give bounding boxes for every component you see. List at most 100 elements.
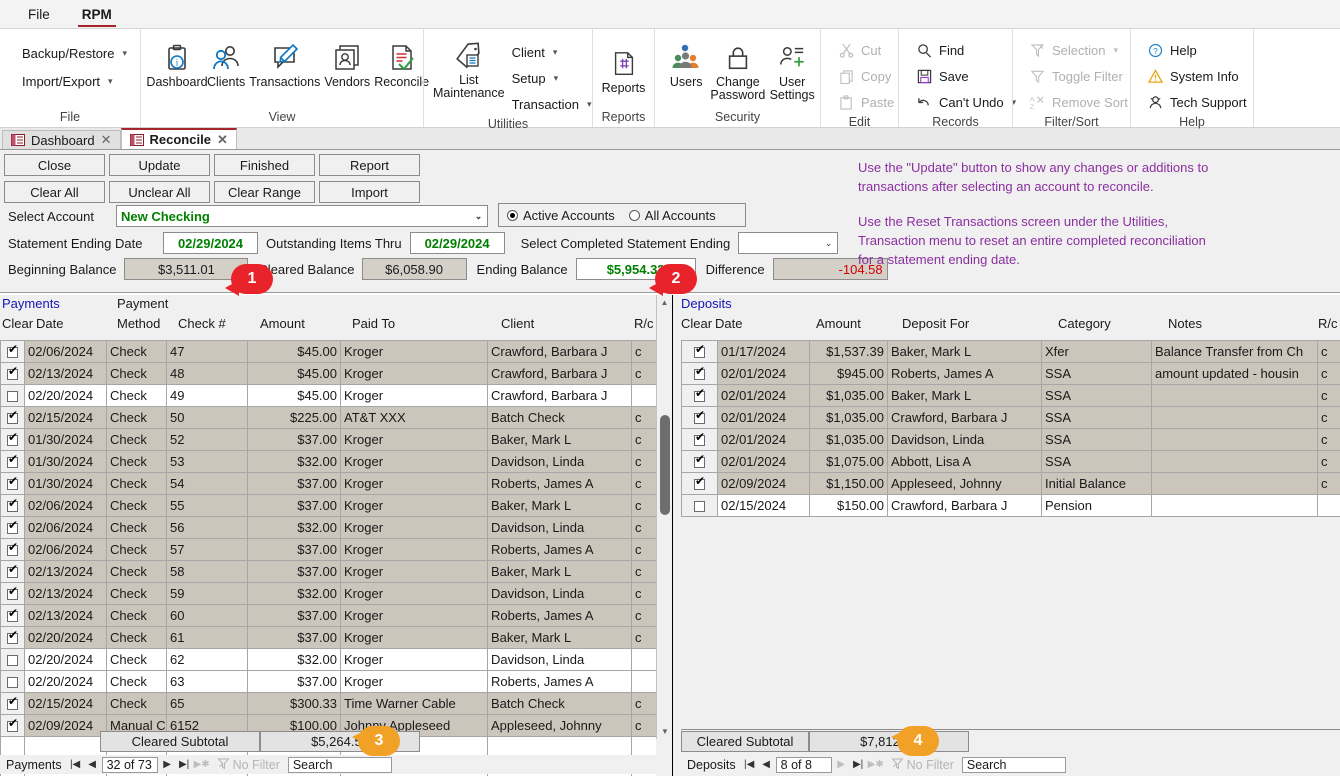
clear-checkbox-cell[interactable] (0, 384, 25, 407)
payment-client-cell[interactable]: Batch Check (487, 406, 632, 429)
table-row[interactable]: 02/06/2024Check56$32.00KrogerDavidson, L… (0, 516, 656, 539)
payment-amount-cell[interactable]: $37.00 (247, 560, 341, 583)
payment-method-cell[interactable]: Check (106, 538, 167, 561)
table-row[interactable]: 02/20/2024Check61$37.00KrogerBaker, Mark… (0, 626, 656, 649)
checkbox-icon[interactable] (7, 475, 18, 491)
deposit-date-cell[interactable]: 02/15/2024 (717, 494, 810, 517)
dashboard-button[interactable]: i Dashboard (146, 37, 208, 89)
payment-amount-cell[interactable]: $37.00 (247, 670, 341, 693)
deposit-amount-cell[interactable]: $1,035.00 (809, 406, 888, 429)
deposit-amount-cell[interactable]: $1,075.00 (809, 450, 888, 473)
select-account-combobox[interactable]: New Checking ⌄ (116, 205, 488, 227)
checkbox-icon[interactable] (7, 695, 18, 711)
clear-checkbox-cell[interactable] (0, 538, 25, 561)
deposit-category-cell[interactable]: SSA (1041, 428, 1152, 451)
table-row[interactable]: 02/20/2024 Check 49 $45.00 Kroger Crawford, B… (0, 384, 656, 407)
payment-rc-cell[interactable] (631, 648, 656, 671)
nav-next-icon[interactable]: ▶ (834, 759, 849, 770)
chevron-down-icon[interactable]: ⌄ (470, 206, 487, 226)
table-row[interactable]: 01/17/2024$1,537.39Baker, Mark LXferBala… (681, 340, 1340, 363)
clear-checkbox-cell[interactable] (0, 626, 25, 649)
payment-date-cell[interactable]: 02/13/2024 (24, 604, 107, 627)
clients-button[interactable]: Clients (206, 37, 246, 89)
payment-method-cell[interactable]: Check (106, 604, 167, 627)
table-row[interactable]: 02/01/2024$1,075.00Abbott, Lisa ASSA c (681, 450, 1340, 473)
payment-client-cell[interactable]: Baker, Mark L (487, 494, 632, 517)
checkbox-icon[interactable] (694, 387, 705, 403)
payment-amount-cell[interactable]: $45.00 (247, 384, 341, 407)
payment-client-cell[interactable]: Davidson, Linda (487, 450, 632, 473)
deposit-for-cell[interactable]: Crawford, Barbara J (887, 406, 1042, 429)
payment-method-cell[interactable]: Check (106, 692, 167, 715)
payment-check-cell[interactable]: 56 (166, 516, 248, 539)
deposits-filter-indicator[interactable]: No Filter (885, 757, 960, 773)
close-button[interactable]: Close (4, 154, 105, 176)
nav-next-icon[interactable]: ▶ (160, 759, 175, 770)
payment-method-cell[interactable]: Check (106, 428, 167, 451)
checkbox-icon[interactable] (694, 431, 705, 447)
deposit-for-cell[interactable]: Baker, Mark L (887, 340, 1042, 363)
payments-search-input[interactable]: Search (287, 756, 392, 773)
paste-button[interactable]: Paste (831, 89, 900, 115)
deposit-notes-cell[interactable] (1151, 472, 1318, 495)
deposit-category-cell[interactable]: Pension (1041, 494, 1152, 517)
clear-checkbox-cell[interactable] (0, 692, 25, 715)
payment-client-cell[interactable]: Appleseed, Johnny (487, 714, 632, 737)
payment-amount-cell[interactable]: $45.00 (247, 340, 341, 363)
setup-menu-button[interactable]: Setup ▾ (506, 65, 598, 91)
scroll-up-icon[interactable]: ▲ (657, 295, 672, 310)
payment-client-cell[interactable]: Batch Check (487, 692, 632, 715)
payment-rc-cell[interactable] (631, 384, 656, 407)
clear-range-button[interactable]: Clear Range (214, 181, 315, 203)
payment-date-cell[interactable]: 02/13/2024 (24, 362, 107, 385)
payment-check-cell[interactable]: 61 (166, 626, 248, 649)
table-row[interactable]: 01/30/2024Check54$37.00KrogerRoberts, Ja… (0, 472, 656, 495)
payment-client-cell[interactable]: Davidson, Linda (487, 516, 632, 539)
payment-client-cell[interactable]: Davidson, Linda (487, 648, 632, 671)
deposit-notes-cell[interactable] (1151, 406, 1318, 429)
payment-amount-cell[interactable]: $37.00 (247, 626, 341, 649)
scroll-down-icon[interactable]: ▼ (657, 724, 673, 739)
close-icon[interactable]: ✕ (217, 132, 228, 148)
payment-date-cell[interactable]: 02/06/2024 (24, 494, 107, 517)
payment-client-cell[interactable]: Crawford, Barbara J (487, 362, 632, 385)
deposits-search-input[interactable]: Search (961, 756, 1066, 773)
table-row[interactable]: 02/13/2024Check59$32.00KrogerDavidson, L… (0, 582, 656, 605)
checkbox-icon[interactable] (7, 717, 18, 733)
checkbox-icon[interactable] (7, 497, 18, 513)
payment-method-cell[interactable]: Check (106, 362, 167, 385)
payment-rc-cell[interactable]: c (631, 714, 656, 737)
payment-date-cell[interactable]: 02/15/2024 (24, 406, 107, 429)
nav-last-icon[interactable]: ▶| (177, 759, 192, 770)
payment-check-cell[interactable]: 50 (166, 406, 248, 429)
payment-check-cell[interactable]: 55 (166, 494, 248, 517)
payment-check-cell[interactable]: 54 (166, 472, 248, 495)
payment-date-cell[interactable]: 02/20/2024 (24, 648, 107, 671)
deposit-notes-cell[interactable] (1151, 384, 1318, 407)
clear-checkbox-cell[interactable] (681, 406, 718, 429)
clear-checkbox-cell[interactable] (0, 340, 25, 363)
payment-rc-cell[interactable]: c (631, 582, 656, 605)
payment-method-cell[interactable]: Check (106, 582, 167, 605)
payment-date-cell[interactable]: 02/20/2024 (24, 670, 107, 693)
finished-button[interactable]: Finished (214, 154, 315, 176)
deposit-for-cell[interactable]: Baker, Mark L (887, 384, 1042, 407)
payment-date-cell[interactable]: 02/13/2024 (24, 582, 107, 605)
payment-amount-cell[interactable]: $32.00 (247, 450, 341, 473)
payment-amount-cell[interactable]: $32.00 (247, 582, 341, 605)
checkbox-icon[interactable] (7, 431, 18, 447)
payment-paid-to-cell[interactable]: Kroger (340, 560, 488, 583)
clear-checkbox-cell[interactable] (681, 428, 718, 451)
payment-rc-cell[interactable]: c (631, 560, 656, 583)
deposits-nav-position[interactable]: 8 of 8 (775, 756, 832, 773)
table-row[interactable]: 02/15/2024Check50$225.00AT&T XXXBatch Ch… (0, 406, 656, 429)
payment-date-cell[interactable]: 02/06/2024 (24, 538, 107, 561)
deposit-amount-cell[interactable]: $1,035.00 (809, 428, 888, 451)
save-button[interactable]: Save (909, 63, 975, 89)
clear-checkbox-cell[interactable] (0, 406, 25, 429)
deposit-category-cell[interactable]: SSA (1041, 406, 1152, 429)
payment-method-cell[interactable]: Check (106, 670, 167, 693)
checkbox-icon[interactable] (7, 391, 18, 403)
deposit-amount-cell[interactable]: $1,035.00 (809, 384, 888, 407)
user-settings-button[interactable]: User Settings (768, 37, 816, 102)
